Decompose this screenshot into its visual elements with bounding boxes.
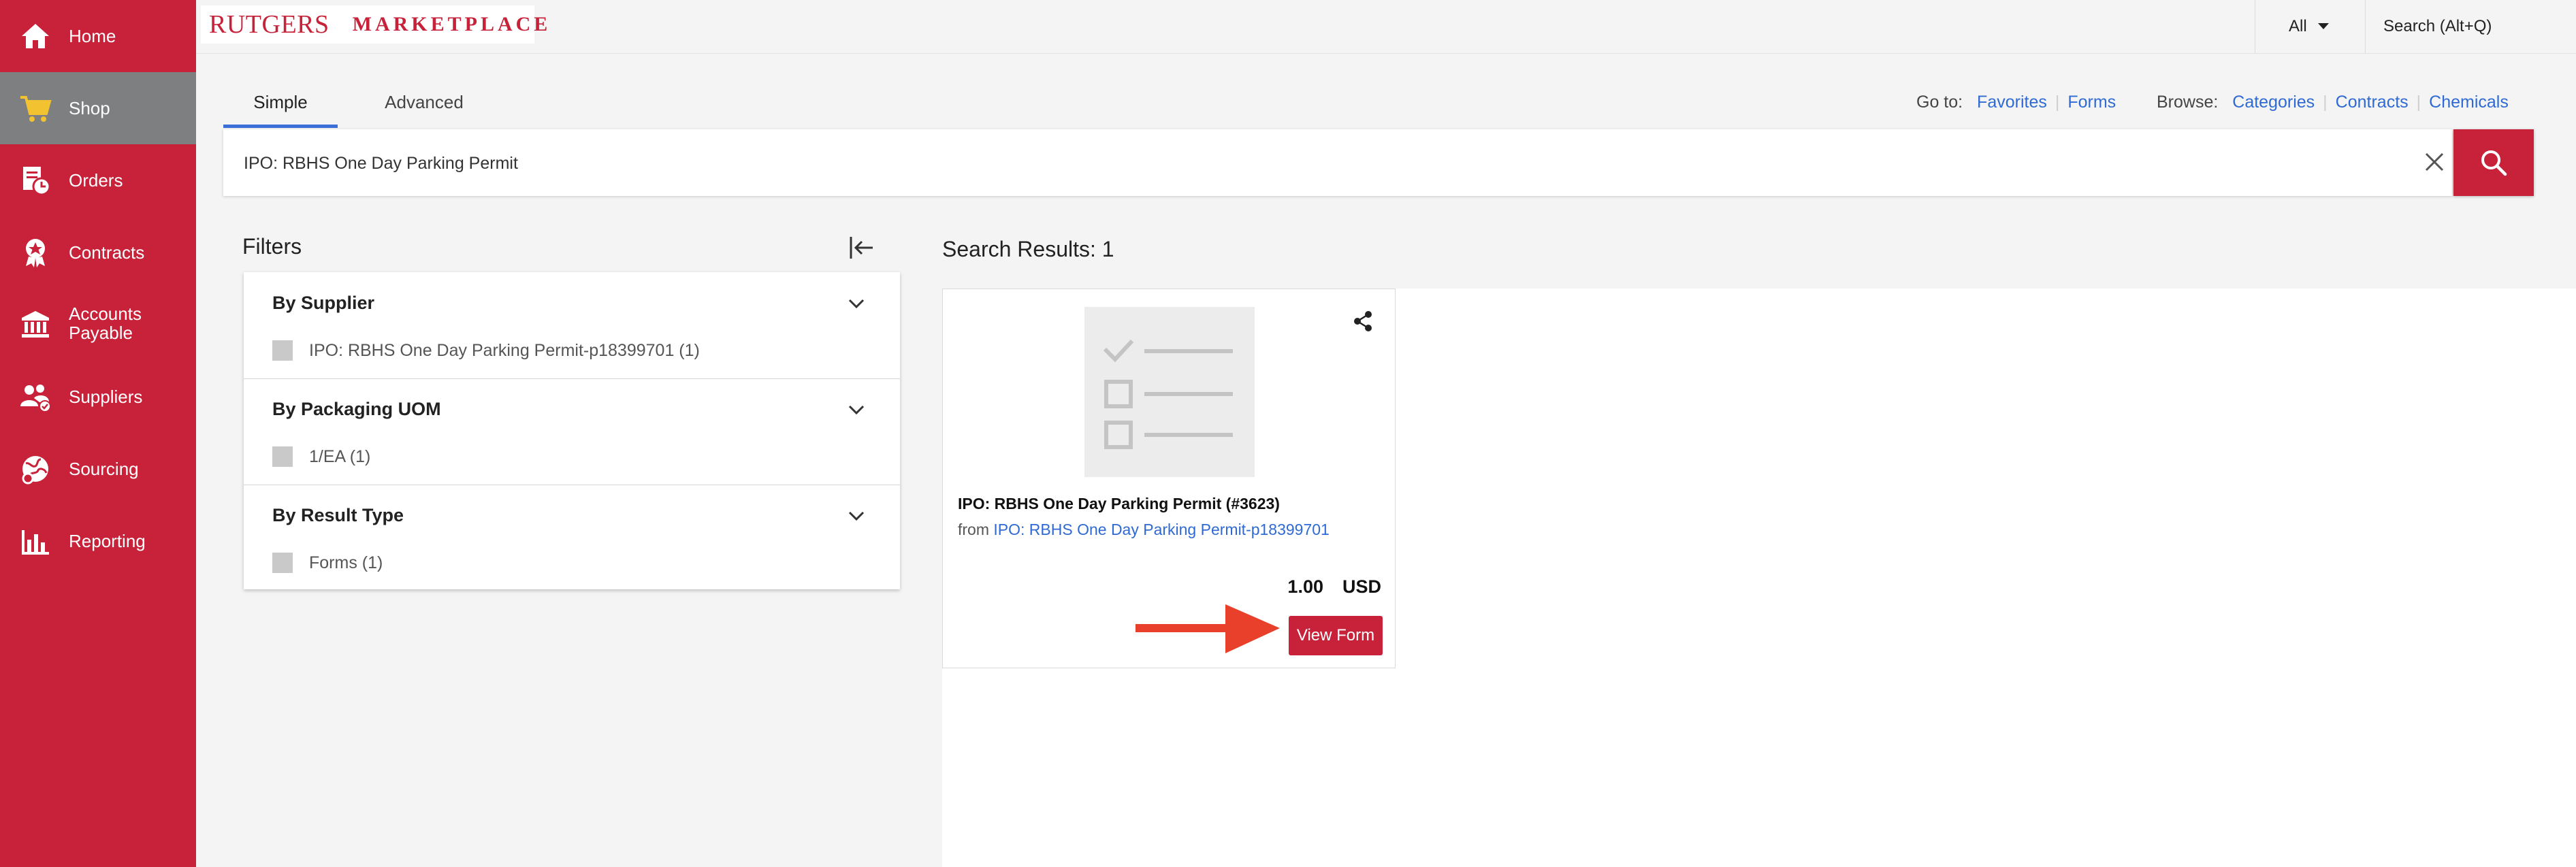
top-bar: RUTGERS MARKETPLACE All Search (Alt+Q) <box>196 0 2576 54</box>
view-form-button[interactable]: View Form <box>1289 616 1383 655</box>
categories-link[interactable]: Categories <box>2232 93 2315 112</box>
rutgers-marketplace-logo[interactable]: RUTGERS MARKETPLACE <box>201 5 547 44</box>
filter-checkbox[interactable] <box>272 553 293 573</box>
sidebar-item-accounts-payable[interactable]: Accounts Payable <box>0 289 196 361</box>
close-icon[interactable] <box>2421 148 2448 176</box>
sidebar-item-contracts[interactable]: Contracts <box>0 216 196 289</box>
search-results-count: Search Results: 1 <box>942 237 1114 261</box>
forms-link[interactable]: Forms <box>2067 93 2116 112</box>
form-thumbnail[interactable] <box>1084 307 1255 477</box>
product-name[interactable]: IPO: RBHS One Day Parking Permit (#3623) <box>958 495 1280 513</box>
filter-group-packaging-uom: By Packaging UOM 1/EA (1) <box>244 378 900 485</box>
supplier-link[interactable]: IPO: RBHS One Day Parking Permit-p183997… <box>993 521 1329 538</box>
cart-icon <box>19 92 52 125</box>
filter-option-label[interactable]: Forms (1) <box>309 553 383 573</box>
sidebar-item-label: Contracts <box>69 242 145 263</box>
product-supplier: from IPO: RBHS One Day Parking Permit-p1… <box>958 521 1330 539</box>
favorites-link[interactable]: Favorites <box>1977 93 2047 112</box>
scope-dropdown[interactable]: All <box>2289 17 2307 36</box>
price-currency: USD <box>1342 576 1381 597</box>
sidebar-item-label: Reporting <box>69 530 146 551</box>
sidebar: Home Shop Orders Contracts Accounts Paya… <box>0 0 196 867</box>
product-price: 1.00 USD <box>1287 576 1381 598</box>
annotation-arrow-icon <box>1136 604 1280 653</box>
browse-links: Browse: Categories | Contracts | Chemicals <box>2157 93 2509 112</box>
chemicals-link[interactable]: Chemicals <box>2429 93 2509 112</box>
filter-group-title[interactable]: By Result Type <box>272 505 404 526</box>
filter-option-label[interactable]: IPO: RBHS One Day Parking Permit-p183997… <box>309 341 700 361</box>
contracts-icon <box>19 236 52 269</box>
sidebar-item-label: Shop <box>69 97 110 118</box>
filter-checkbox[interactable] <box>272 340 293 361</box>
browse-label: Browse: <box>2157 93 2219 112</box>
search-scope: All Search (Alt+Q) <box>2255 0 2559 53</box>
separator: | <box>2323 93 2328 112</box>
sidebar-item-label: Suppliers <box>69 386 143 407</box>
filter-group-title[interactable]: By Packaging UOM <box>272 399 441 420</box>
filter-option-label[interactable]: 1/EA (1) <box>309 447 370 467</box>
chevron-down-icon[interactable] <box>844 504 869 528</box>
filter-checkbox[interactable] <box>272 446 293 467</box>
sidebar-item-orders[interactable]: Orders <box>0 144 196 216</box>
chevron-down-icon[interactable] <box>844 397 869 422</box>
sourcing-icon <box>19 453 52 485</box>
filter-group-title[interactable]: By Supplier <box>272 293 374 314</box>
tab-simple[interactable]: Simple <box>223 80 338 128</box>
share-icon[interactable] <box>1351 310 1374 333</box>
logo-subtext: MARKETPLACE <box>352 13 551 35</box>
quick-search-input[interactable]: Search (Alt+Q) <box>2383 17 2492 36</box>
search-button[interactable] <box>2453 129 2534 196</box>
filter-group-result-type: By Result Type Forms (1) <box>244 485 900 591</box>
goto-label: Go to: <box>1916 93 1963 112</box>
collapse-panel-icon[interactable] <box>847 233 877 263</box>
orders-icon <box>19 164 52 197</box>
filter-group-supplier: By Supplier IPO: RBHS One Day Parking Pe… <box>244 272 900 379</box>
sidebar-item-label: Home <box>69 25 116 46</box>
separator: | <box>2055 93 2060 112</box>
price-value: 1.00 <box>1287 576 1323 597</box>
tab-advanced[interactable]: Advanced <box>366 80 482 128</box>
suppliers-icon <box>19 380 52 413</box>
sidebar-item-label-line2: Payable <box>69 323 133 343</box>
divider <box>2365 0 2366 53</box>
caret-down-icon[interactable] <box>2318 23 2329 29</box>
filters-panel: By Supplier IPO: RBHS One Day Parking Pe… <box>244 272 900 589</box>
sidebar-item-label: Orders <box>69 169 123 191</box>
search-query-text[interactable]: IPO: RBHS One Day Parking Permit <box>244 154 518 174</box>
sidebar-item-suppliers[interactable]: Suppliers <box>0 361 196 433</box>
sidebar-item-home[interactable]: Home <box>0 0 196 72</box>
filters-title: Filters <box>242 234 302 259</box>
sidebar-item-label: Sourcing <box>69 458 139 479</box>
search-input[interactable]: IPO: RBHS One Day Parking Permit <box>223 129 2452 196</box>
bank-icon <box>19 308 52 341</box>
sidebar-item-sourcing[interactable]: Sourcing <box>0 433 196 505</box>
contracts-link[interactable]: Contracts <box>2336 93 2409 112</box>
form-checklist-icon <box>1103 339 1233 449</box>
logo-wordmark: RUTGERS <box>209 10 329 39</box>
sidebar-item-shop[interactable]: Shop <box>0 72 196 144</box>
separator: | <box>2416 93 2421 112</box>
sidebar-item-label-line1: Accounts <box>69 304 142 324</box>
reporting-icon <box>19 525 52 557</box>
sidebar-item-reporting[interactable]: Reporting <box>0 505 196 577</box>
chevron-down-icon[interactable] <box>844 291 869 316</box>
from-label: from <box>958 521 989 538</box>
goto-links: Go to: Favorites | Forms <box>1916 93 2116 112</box>
search-icon <box>2481 150 2507 176</box>
home-icon <box>19 20 52 52</box>
